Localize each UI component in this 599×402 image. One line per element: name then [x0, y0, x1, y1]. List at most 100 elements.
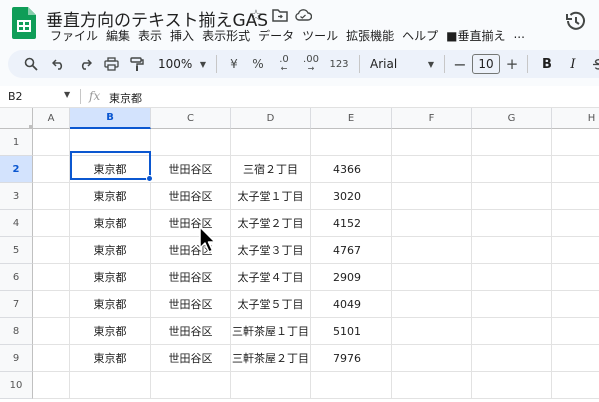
cell-e4[interactable]: 4152	[311, 210, 392, 237]
menu-tools[interactable]: ツール	[298, 27, 342, 45]
cloud-status-icon[interactable]	[293, 5, 313, 25]
cell-e9[interactable]: 7976	[311, 345, 392, 372]
cell-g5[interactable]	[472, 237, 552, 264]
cell-g6[interactable]	[472, 264, 552, 291]
select-all-corner[interactable]	[0, 108, 33, 129]
row-header-10[interactable]: 10	[0, 372, 33, 399]
column-header-a[interactable]: A	[33, 108, 70, 129]
cell-h10[interactable]	[552, 372, 599, 399]
cell-a9[interactable]	[33, 345, 70, 372]
paint-format-icon[interactable]	[124, 52, 150, 76]
cell-f3[interactable]	[392, 183, 472, 210]
row-header-1[interactable]: 1	[0, 129, 33, 156]
more-formats-button[interactable]: 123	[325, 52, 353, 76]
cell-d6[interactable]: 太子堂４丁目	[231, 264, 311, 291]
bold-button[interactable]: B	[534, 52, 560, 76]
cell-g4[interactable]	[472, 210, 552, 237]
percent-format-button[interactable]: %	[245, 52, 271, 76]
cell-e7[interactable]: 4049	[311, 291, 392, 318]
cell-a3[interactable]	[33, 183, 70, 210]
increase-decimal-button[interactable]: .00 →	[297, 52, 325, 76]
row-header-4[interactable]: 4	[0, 210, 33, 237]
menu-insert[interactable]: 挿入	[166, 27, 198, 45]
cell-f1[interactable]	[392, 129, 472, 156]
cell-b7[interactable]: 東京都	[70, 291, 151, 318]
menu-edit[interactable]: 編集	[102, 27, 134, 45]
row-header-8[interactable]: 8	[0, 318, 33, 345]
menu-help[interactable]: ヘルプ	[398, 27, 442, 45]
cell-c7[interactable]: 世田谷区	[151, 291, 231, 318]
menu-more[interactable]: ...	[509, 27, 528, 45]
name-box[interactable]: B2	[8, 90, 72, 103]
cell-f2[interactable]	[392, 156, 472, 183]
cell-c8[interactable]: 世田谷区	[151, 318, 231, 345]
menu-data[interactable]: データ	[254, 27, 298, 45]
cell-e8[interactable]: 5101	[311, 318, 392, 345]
cell-b4[interactable]: 東京都	[70, 210, 151, 237]
font-size-increase-button[interactable]: +	[503, 52, 521, 76]
cell-e2[interactable]: 4366	[311, 156, 392, 183]
cell-a1[interactable]	[33, 129, 70, 156]
cell-g3[interactable]	[472, 183, 552, 210]
row-header-7[interactable]: 7	[0, 291, 33, 318]
cell-c5[interactable]: 世田谷区	[151, 237, 231, 264]
font-family-select[interactable]: Arial ▼	[366, 52, 438, 76]
cell-d7[interactable]: 太子堂５丁目	[231, 291, 311, 318]
cell-f4[interactable]	[392, 210, 472, 237]
cell-f10[interactable]	[392, 372, 472, 399]
column-header-f[interactable]: F	[392, 108, 472, 129]
print-icon[interactable]	[98, 52, 124, 76]
row-header-6[interactable]: 6	[0, 264, 33, 291]
cell-h9[interactable]	[552, 345, 599, 372]
cell-b5[interactable]: 東京都	[70, 237, 151, 264]
cell-c6[interactable]: 世田谷区	[151, 264, 231, 291]
zoom-select[interactable]: 100% ▼	[150, 52, 210, 76]
cell-a6[interactable]	[33, 264, 70, 291]
row-header-2[interactable]: 2	[0, 156, 33, 183]
cell-b3[interactable]: 東京都	[70, 183, 151, 210]
cell-d8[interactable]: 三軒茶屋１丁目	[231, 318, 311, 345]
cell-h2[interactable]	[552, 156, 599, 183]
cell-e3[interactable]: 3020	[311, 183, 392, 210]
cell-a8[interactable]	[33, 318, 70, 345]
cell-g7[interactable]	[472, 291, 552, 318]
cell-d5[interactable]: 太子堂３丁目	[231, 237, 311, 264]
cell-g2[interactable]	[472, 156, 552, 183]
cell-a10[interactable]	[33, 372, 70, 399]
menu-extensions[interactable]: 拡張機能	[342, 27, 398, 45]
cell-c2[interactable]: 世田谷区	[151, 156, 231, 183]
menu-format[interactable]: 表示形式	[198, 27, 254, 45]
cell-e10[interactable]	[311, 372, 392, 399]
search-menus-icon[interactable]	[16, 52, 46, 76]
move-folder-icon[interactable]	[270, 5, 290, 25]
cell-d4[interactable]: 太子堂２丁目	[231, 210, 311, 237]
cell-d3[interactable]: 太子堂１丁目	[231, 183, 311, 210]
cell-b6[interactable]: 東京都	[70, 264, 151, 291]
cell-c9[interactable]: 世田谷区	[151, 345, 231, 372]
cell-f6[interactable]	[392, 264, 472, 291]
italic-button[interactable]: I	[560, 52, 586, 76]
cell-d9[interactable]: 三軒茶屋２丁目	[231, 345, 311, 372]
cell-b1[interactable]	[70, 129, 151, 156]
cell-b8[interactable]: 東京都	[70, 318, 151, 345]
cell-b10[interactable]	[70, 372, 151, 399]
column-header-b[interactable]: B	[70, 108, 151, 129]
cell-c3[interactable]: 世田谷区	[151, 183, 231, 210]
cell-g1[interactable]	[472, 129, 552, 156]
cell-d1[interactable]	[231, 129, 311, 156]
cell-f8[interactable]	[392, 318, 472, 345]
cell-a2[interactable]	[33, 156, 70, 183]
column-header-e[interactable]: E	[311, 108, 392, 129]
redo-icon[interactable]	[72, 52, 98, 76]
cell-h5[interactable]	[552, 237, 599, 264]
currency-format-button[interactable]: ¥	[223, 52, 245, 76]
strikethrough-icon[interactable]	[586, 52, 599, 76]
fill-handle[interactable]	[146, 175, 153, 182]
cell-c1[interactable]	[151, 129, 231, 156]
cell-c4[interactable]: 世田谷区	[151, 210, 231, 237]
cell-a5[interactable]	[33, 237, 70, 264]
cell-g10[interactable]	[472, 372, 552, 399]
menu-view[interactable]: 表示	[134, 27, 166, 45]
row-header-3[interactable]: 3	[0, 183, 33, 210]
font-size-input[interactable]: 10	[472, 54, 500, 74]
